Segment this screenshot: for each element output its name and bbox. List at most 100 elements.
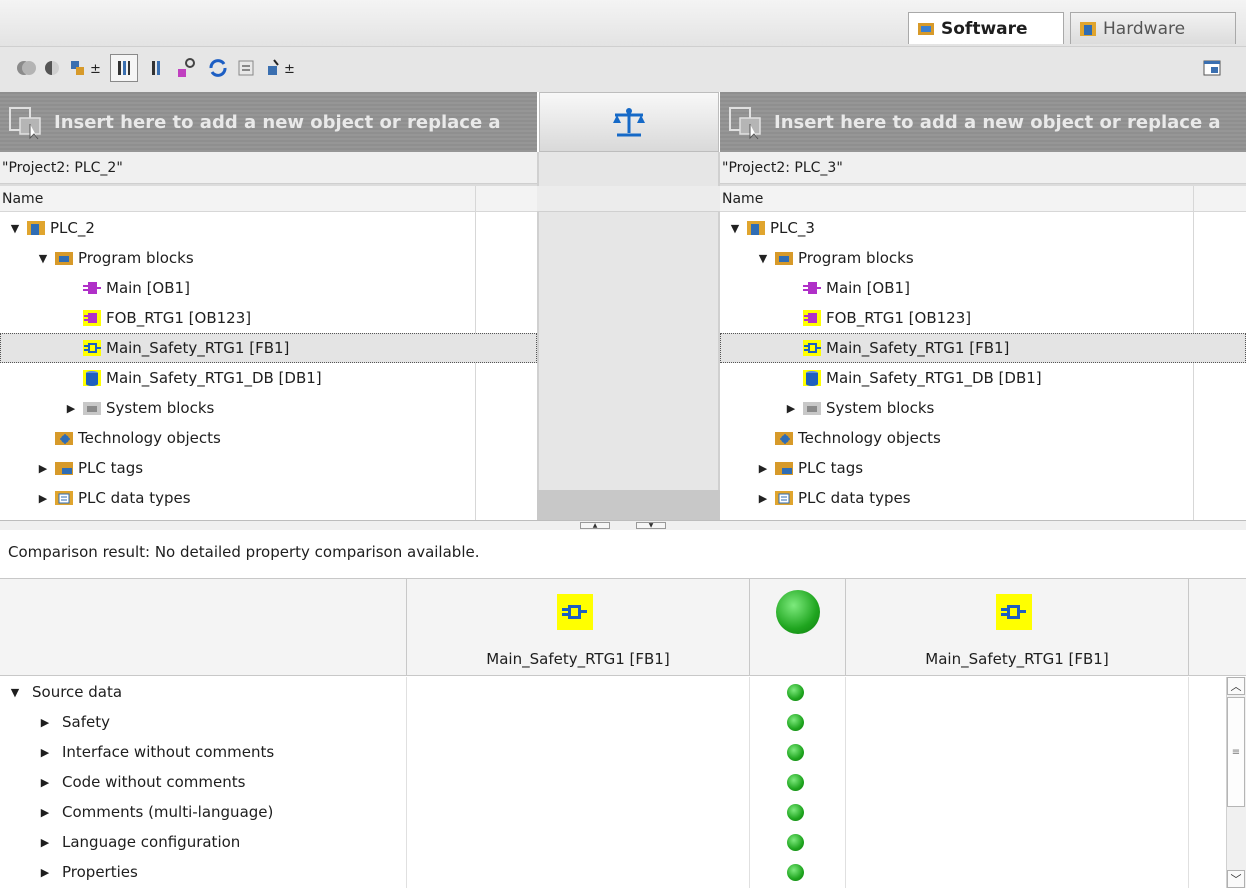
- tab-software-label: Software: [941, 18, 1028, 39]
- status-equal-icon: [787, 684, 804, 701]
- show-all-icon[interactable]: [110, 54, 138, 82]
- insert-drop-zone-left[interactable]: Insert here to add a new object or repla…: [0, 92, 537, 152]
- tab-hardware[interactable]: Hardware: [1070, 12, 1236, 44]
- fb-block-icon: [557, 594, 593, 630]
- property-row[interactable]: ▶ Safety: [0, 707, 1226, 737]
- tree-item[interactable]: ▼ PLC_2: [0, 213, 537, 243]
- collapsed-arrow-icon[interactable]: ▶: [36, 462, 50, 475]
- property-row[interactable]: ▶ Language configuration: [0, 827, 1226, 857]
- status-cell: [749, 578, 845, 676]
- technology-objects-icon: [774, 428, 794, 448]
- property-list: ▼ Source data ▶ Safety ▶ Interface without co…: [0, 677, 1226, 887]
- plc-tags-icon: [774, 458, 794, 478]
- property-label: Interface without comments: [62, 743, 275, 761]
- expanded-arrow-icon[interactable]: ▼: [756, 252, 770, 265]
- program-blocks-icon: [54, 248, 74, 268]
- scroll-down-button[interactable]: ﹀: [1227, 870, 1245, 888]
- status-equal-icon: [787, 714, 804, 731]
- synchronize-icon[interactable]: ±: [262, 54, 302, 82]
- insert-drop-zone-right[interactable]: Insert here to add a new object or repla…: [720, 92, 1246, 152]
- pane-splitter[interactable]: [0, 520, 1246, 530]
- property-row[interactable]: ▶ Code without comments: [0, 767, 1226, 797]
- tab-hardware-label: Hardware: [1103, 18, 1186, 39]
- tree-item[interactable]: Main_Safety_RTG1_DB [DB1]: [0, 363, 537, 393]
- tree-item[interactable]: ▼ PLC_3: [720, 213, 1246, 243]
- tree-item[interactable]: FOB_RTG1 [OB123]: [720, 303, 1246, 333]
- expanded-arrow-icon[interactable]: ▼: [36, 252, 50, 265]
- tree-item-label: System blocks: [106, 399, 215, 417]
- compare-detail-icon[interactable]: [232, 54, 260, 82]
- insert-object-icon: [728, 104, 764, 140]
- column-header-name-right[interactable]: Name: [720, 186, 1246, 212]
- tree-item[interactable]: FOB_RTG1 [OB123]: [0, 303, 537, 333]
- link-objects-icon[interactable]: [172, 54, 200, 82]
- expanded-arrow-icon[interactable]: ▼: [8, 686, 22, 699]
- technology-objects-icon: [54, 428, 74, 448]
- tree-item[interactable]: ▶ PLC tags: [720, 453, 1246, 483]
- collapsed-arrow-icon[interactable]: ▶: [756, 492, 770, 505]
- fb-block-icon: [996, 594, 1032, 630]
- tree-item[interactable]: Technology objects: [0, 423, 537, 453]
- collapsed-arrow-icon[interactable]: ▶: [38, 716, 52, 729]
- property-row[interactable]: ▶ Interface without comments: [0, 737, 1226, 767]
- fb-icon: [802, 338, 822, 358]
- tree-item[interactable]: Technology objects: [720, 423, 1246, 453]
- tree-item[interactable]: Main [OB1]: [720, 273, 1246, 303]
- db-icon: [82, 368, 102, 388]
- expanded-arrow-icon[interactable]: ▼: [728, 222, 742, 235]
- compare-button[interactable]: [539, 92, 719, 152]
- tree-item-label: Main_Safety_RTG1 [FB1]: [826, 339, 1010, 357]
- tree-item[interactable]: Main [OB1]: [0, 273, 537, 303]
- tree-item[interactable]: ▶ PLC data types: [720, 483, 1246, 513]
- collapsed-arrow-icon[interactable]: ▶: [38, 746, 52, 759]
- tree-item[interactable]: ▶ System blocks: [0, 393, 537, 423]
- tree-item-label: PLC data types: [78, 489, 191, 507]
- fob-icon: [82, 308, 102, 328]
- column-header-name-left[interactable]: Name: [0, 186, 537, 212]
- fob-icon: [802, 308, 822, 328]
- ob-icon: [802, 278, 822, 298]
- half-circle-icon[interactable]: [38, 54, 66, 82]
- tree-item[interactable]: ▶ PLC data types: [0, 483, 537, 513]
- collapsed-arrow-icon[interactable]: ▶: [64, 402, 78, 415]
- fb-icon: [82, 338, 102, 358]
- collapsed-arrow-icon[interactable]: ▶: [36, 492, 50, 505]
- property-label: Language configuration: [62, 833, 241, 851]
- tree-item[interactable]: ▶ PLC tags: [0, 453, 537, 483]
- collapsed-arrow-icon[interactable]: ▶: [756, 462, 770, 475]
- layout-toggle-icon[interactable]: [1198, 54, 1226, 82]
- collapsed-arrow-icon[interactable]: ▶: [38, 776, 52, 789]
- property-row[interactable]: ▶ Comments (multi-language): [0, 797, 1226, 827]
- collapse-down-button[interactable]: ▼: [636, 522, 666, 529]
- property-row[interactable]: ▼ Source data: [0, 677, 1226, 707]
- tree-item-label: Program blocks: [798, 249, 914, 267]
- tree-item[interactable]: Main_Safety_RTG1 [FB1]: [720, 333, 1246, 363]
- collapsed-arrow-icon[interactable]: ▶: [784, 402, 798, 415]
- expanded-arrow-icon[interactable]: ▼: [8, 222, 22, 235]
- tree-item[interactable]: ▶ System blocks: [720, 393, 1246, 423]
- toggle-filter-icon[interactable]: [12, 54, 40, 82]
- tree-item-label: Technology objects: [798, 429, 941, 447]
- tree-item[interactable]: Main_Safety_RTG1 [FB1]: [0, 333, 537, 363]
- show-differences-icon[interactable]: [142, 54, 170, 82]
- status-equal-icon: [787, 834, 804, 851]
- tree-item[interactable]: ▼ Program blocks: [720, 243, 1246, 273]
- scrollbar-thumb[interactable]: ≡: [1227, 697, 1245, 807]
- tab-software[interactable]: Software: [908, 12, 1064, 44]
- collapsed-arrow-icon[interactable]: ▶: [38, 866, 52, 879]
- collapsed-arrow-icon[interactable]: ▶: [38, 806, 52, 819]
- refresh-icon[interactable]: [204, 54, 232, 82]
- tree-item-label: System blocks: [826, 399, 935, 417]
- system-blocks-icon: [82, 398, 102, 418]
- scroll-up-button[interactable]: ︿: [1227, 677, 1245, 695]
- property-row[interactable]: ▶ Properties: [0, 857, 1226, 887]
- sync-action-icon[interactable]: ±: [66, 54, 106, 82]
- plc-tags-icon: [54, 458, 74, 478]
- collapsed-arrow-icon[interactable]: ▶: [38, 836, 52, 849]
- plc-data-types-icon: [774, 488, 794, 508]
- tree-item[interactable]: Main_Safety_RTG1_DB [DB1]: [720, 363, 1246, 393]
- tree-item-label: Main_Safety_RTG1 [FB1]: [106, 339, 290, 357]
- collapse-up-button[interactable]: ▲: [580, 522, 610, 529]
- tree-item[interactable]: ▼ Program blocks: [0, 243, 537, 273]
- tree-item-label: Program blocks: [78, 249, 194, 267]
